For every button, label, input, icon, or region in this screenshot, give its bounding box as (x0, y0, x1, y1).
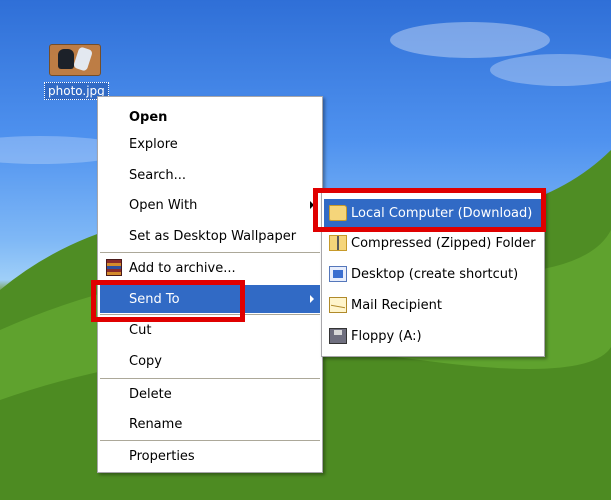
menu-item-label: Mail Recipient (351, 297, 442, 313)
zip-folder-icon (329, 235, 347, 251)
menu-item-open-with[interactable]: Open With (100, 191, 320, 219)
menu-item-set-wallpaper[interactable]: Set as Desktop Wallpaper (100, 222, 320, 250)
menu-item-label: Open With (129, 197, 198, 213)
desktop-icon (329, 266, 347, 282)
send-to-submenu: Local Computer (Download) Compressed (Zi… (321, 190, 545, 357)
menu-item-properties[interactable]: Properties (100, 442, 320, 470)
sendto-item-local-computer[interactable]: Local Computer (Download) (324, 199, 542, 227)
menu-item-label: Send To (129, 291, 180, 307)
menu-item-label: Local Computer (Download) (351, 205, 533, 221)
menu-item-label: Open (129, 109, 168, 125)
menu-separator (100, 314, 320, 315)
sendto-item-desktop-shortcut[interactable]: Desktop (create shortcut) (324, 260, 542, 288)
menu-item-add-to-archive[interactable]: Add to archive... (100, 254, 320, 282)
menu-item-send-to[interactable]: Send To (100, 285, 320, 313)
context-menu: Open Explore Search... Open With Set as … (97, 96, 323, 473)
menu-item-explore[interactable]: Explore (100, 130, 320, 158)
menu-item-label: Rename (129, 416, 183, 432)
menu-separator (100, 440, 320, 441)
winrar-archive-icon (106, 259, 122, 276)
mail-icon (329, 297, 347, 313)
menu-item-label: Properties (129, 448, 195, 464)
menu-separator (100, 252, 320, 253)
sendto-item-mail-recipient[interactable]: Mail Recipient (324, 291, 542, 319)
sendto-item-compressed-folder[interactable]: Compressed (Zipped) Folder (324, 229, 542, 257)
menu-item-label: Desktop (create shortcut) (351, 266, 519, 282)
menu-item-label: Explore (129, 136, 178, 152)
folder-icon (329, 205, 347, 221)
menu-item-cut[interactable]: Cut (100, 316, 320, 344)
menu-item-label: Floppy (A:) (351, 328, 422, 344)
floppy-drive-icon (329, 328, 347, 344)
menu-item-label: Set as Desktop Wallpaper (129, 228, 297, 244)
desktop-file-photo[interactable]: photo.jpg (44, 44, 109, 100)
desktop-background: photo.jpg Open Explore Search... Open Wi… (0, 0, 611, 500)
menu-item-label: Cut (129, 322, 152, 338)
menu-item-rename[interactable]: Rename (100, 410, 320, 438)
menu-separator (100, 378, 320, 379)
menu-item-label: Add to archive... (129, 260, 236, 276)
menu-item-label: Copy (129, 353, 162, 369)
submenu-arrow-icon (310, 201, 314, 209)
menu-item-label: Compressed (Zipped) Folder (351, 235, 536, 251)
menu-item-search[interactable]: Search... (100, 161, 320, 189)
sendto-item-floppy[interactable]: Floppy (A:) (324, 322, 542, 350)
menu-item-open[interactable]: Open (100, 103, 320, 131)
photo-thumbnail-icon (49, 44, 101, 76)
submenu-arrow-icon (310, 295, 314, 303)
menu-item-copy[interactable]: Copy (100, 347, 320, 375)
menu-item-label: Search... (129, 167, 187, 183)
menu-item-delete[interactable]: Delete (100, 380, 320, 408)
menu-item-label: Delete (129, 386, 172, 402)
